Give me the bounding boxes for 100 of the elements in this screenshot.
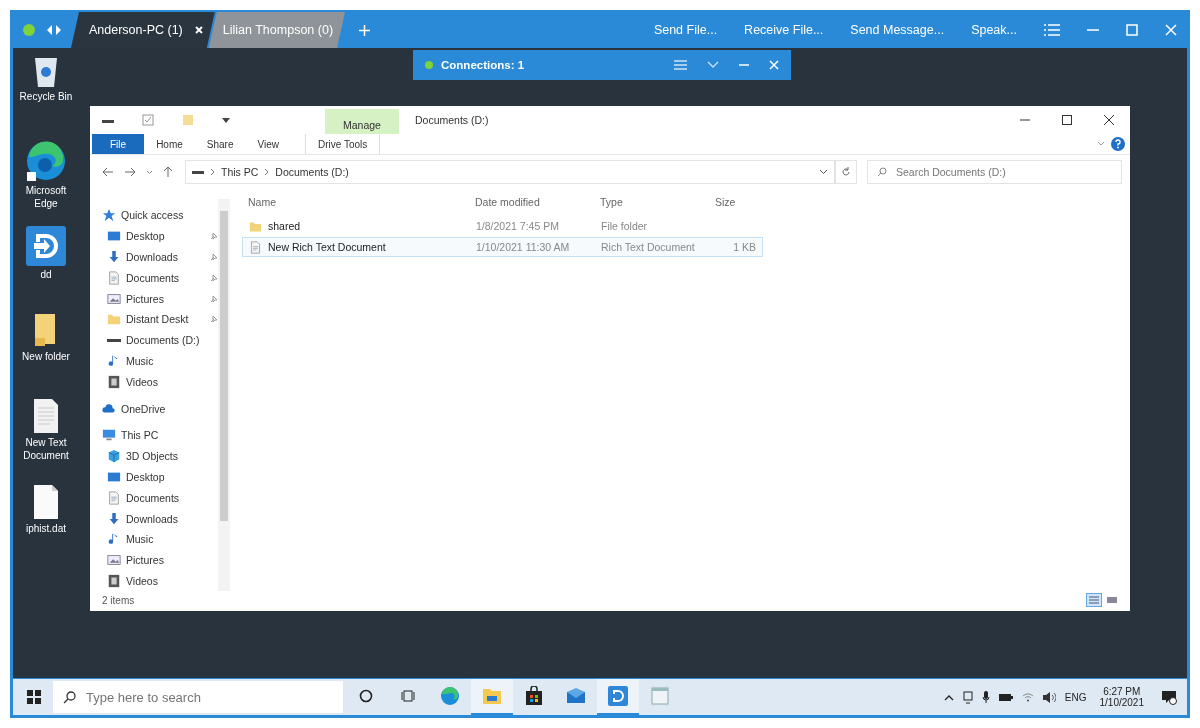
app-icon [608, 686, 628, 706]
taskbar-search-field[interactable]: Type here to search [53, 681, 343, 713]
nav-item[interactable]: Downloads [90, 246, 218, 268]
chevron-down-icon[interactable] [819, 169, 828, 175]
dropdown-icon[interactable] [222, 116, 230, 124]
forward-arrow-icon[interactable] [124, 167, 136, 177]
nav-item[interactable]: Desktop [90, 225, 218, 247]
checklist-icon[interactable] [142, 114, 154, 126]
chevron-right-icon[interactable] [264, 168, 270, 176]
language-indicator[interactable]: ENG [1064, 691, 1087, 703]
nav-item[interactable]: Music [90, 350, 218, 372]
computer-icon [102, 428, 116, 443]
column-header[interactable]: Size [709, 196, 761, 208]
desktop-icon-label[interactable]: Microsoft Edge [15, 185, 77, 210]
refresh-icon [841, 167, 851, 177]
text-file-icon[interactable] [32, 398, 60, 434]
file-icon[interactable] [32, 484, 60, 520]
nav-item[interactable]: Music [90, 528, 218, 550]
nav-item[interactable]: Pictures [90, 288, 218, 309]
notification-icon[interactable] [1161, 689, 1177, 705]
arrows-icon[interactable] [47, 25, 61, 35]
desktop-icon-label[interactable]: iphist.dat [15, 523, 77, 536]
ribbon-tab[interactable]: Share [194, 134, 246, 154]
column-header[interactable]: Type [594, 196, 709, 208]
file-row[interactable]: New Rich Text Document 1/10/2021 11:30 AM Rich Text Document 1 KB [242, 237, 763, 257]
edge-icon[interactable] [25, 140, 67, 182]
app-icon[interactable] [26, 226, 66, 266]
nav-item[interactable]: Desktop [90, 466, 218, 488]
wifi-icon[interactable] [1021, 692, 1034, 702]
action-link[interactable]: Send Message... [850, 23, 945, 37]
nav-item[interactable]: Videos [90, 371, 218, 393]
nav-item[interactable]: Pictures [90, 549, 218, 571]
nav-item[interactable]: Videos [90, 570, 218, 592]
menu-icon[interactable] [674, 60, 687, 70]
file-tab[interactable]: File [92, 134, 145, 154]
webcam-icon[interactable] [962, 690, 973, 704]
file-name: New Rich Text Document [268, 241, 386, 253]
action-link[interactable]: Speak... [971, 23, 1017, 37]
microphone-icon[interactable] [981, 690, 990, 704]
column-header[interactable]: Name [242, 196, 469, 208]
nav-item[interactable]: Downloads [90, 508, 218, 529]
session-tab[interactable]: Anderson-PC (1) [71, 12, 215, 48]
action-link[interactable]: Receive File... [744, 23, 824, 37]
help-icon[interactable] [1111, 137, 1125, 151]
address-bar[interactable]: This PC Documents (D:) [185, 160, 835, 184]
task-view-icon [401, 689, 415, 703]
breadcrumb[interactable]: This PC [221, 166, 259, 178]
pin-icon [210, 253, 218, 261]
document-icon [249, 240, 262, 254]
clock-time[interactable]: 6:27 PM [1103, 686, 1141, 697]
type-cell-text: Rich Text Document [600, 241, 696, 253]
nav-item[interactable]: Documents (D:) [90, 329, 218, 351]
search-icon [877, 167, 887, 177]
context-group-label: Manage [343, 119, 381, 131]
maximize-icon[interactable] [1062, 115, 1072, 125]
folder-icon [249, 219, 262, 233]
cloud-icon [102, 401, 116, 416]
star-icon [102, 208, 116, 223]
nav-item[interactable]: Quick access [90, 205, 218, 226]
desktop-icon-label[interactable]: New Text Document [15, 437, 77, 462]
search-field[interactable]: Search Documents (D:) [867, 160, 1122, 184]
nav-item[interactable]: Documents [90, 267, 218, 289]
ribbon-tab[interactable]: Home [144, 134, 195, 154]
nav-item[interactable]: 3D Objects [90, 445, 218, 467]
speaker-icon[interactable] [1042, 691, 1056, 703]
film-icon [107, 573, 121, 588]
ribbon-tab[interactable]: View [245, 134, 291, 154]
nav-item[interactable]: Distant Deskt [90, 309, 218, 330]
nav-item[interactable]: OneDrive [90, 398, 218, 419]
file-row[interactable]: shared 1/8/2021 7:45 PM File folder [242, 216, 763, 236]
details-view-icon[interactable] [1086, 593, 1102, 607]
breadcrumb[interactable]: Documents (D:) [275, 166, 349, 178]
chevron-right-icon[interactable] [210, 168, 215, 176]
refresh-button[interactable] [835, 160, 857, 184]
scrollbar[interactable] [218, 199, 230, 591]
action-link[interactable]: Send File... [653, 23, 718, 37]
circle-icon [359, 689, 373, 703]
battery-icon[interactable] [998, 692, 1013, 702]
chevron-up-icon[interactable] [943, 693, 954, 701]
folder-icon [482, 687, 502, 705]
back-arrow-icon[interactable] [102, 167, 114, 177]
file-name: shared [268, 220, 301, 232]
desktop-icon-label[interactable]: Recycle Bin [15, 91, 77, 104]
clock-date[interactable]: 1/10/2021 [1099, 697, 1144, 708]
chevron-down-icon[interactable] [146, 169, 153, 175]
windows-logo-icon[interactable] [27, 690, 41, 704]
date-cell-text: 1/8/2021 7:45 PM [475, 220, 560, 232]
nav-item[interactable]: Documents [90, 487, 218, 509]
thumbnail-view-icon[interactable] [1106, 594, 1118, 606]
close-icon[interactable] [1104, 115, 1114, 125]
drive-icon [107, 338, 121, 342]
window-icon [651, 687, 669, 705]
desktop-icon-label[interactable]: New folder [15, 351, 77, 364]
nav-item[interactable]: This PC [90, 424, 218, 446]
up-arrow-icon[interactable] [163, 166, 173, 178]
add-tab-icon[interactable] [359, 24, 371, 36]
size-cell: 1 KB [733, 241, 756, 253]
pictures-icon [107, 553, 121, 568]
column-header[interactable]: Date modified [469, 196, 594, 208]
desktop-icon-label[interactable]: dd [15, 269, 77, 282]
